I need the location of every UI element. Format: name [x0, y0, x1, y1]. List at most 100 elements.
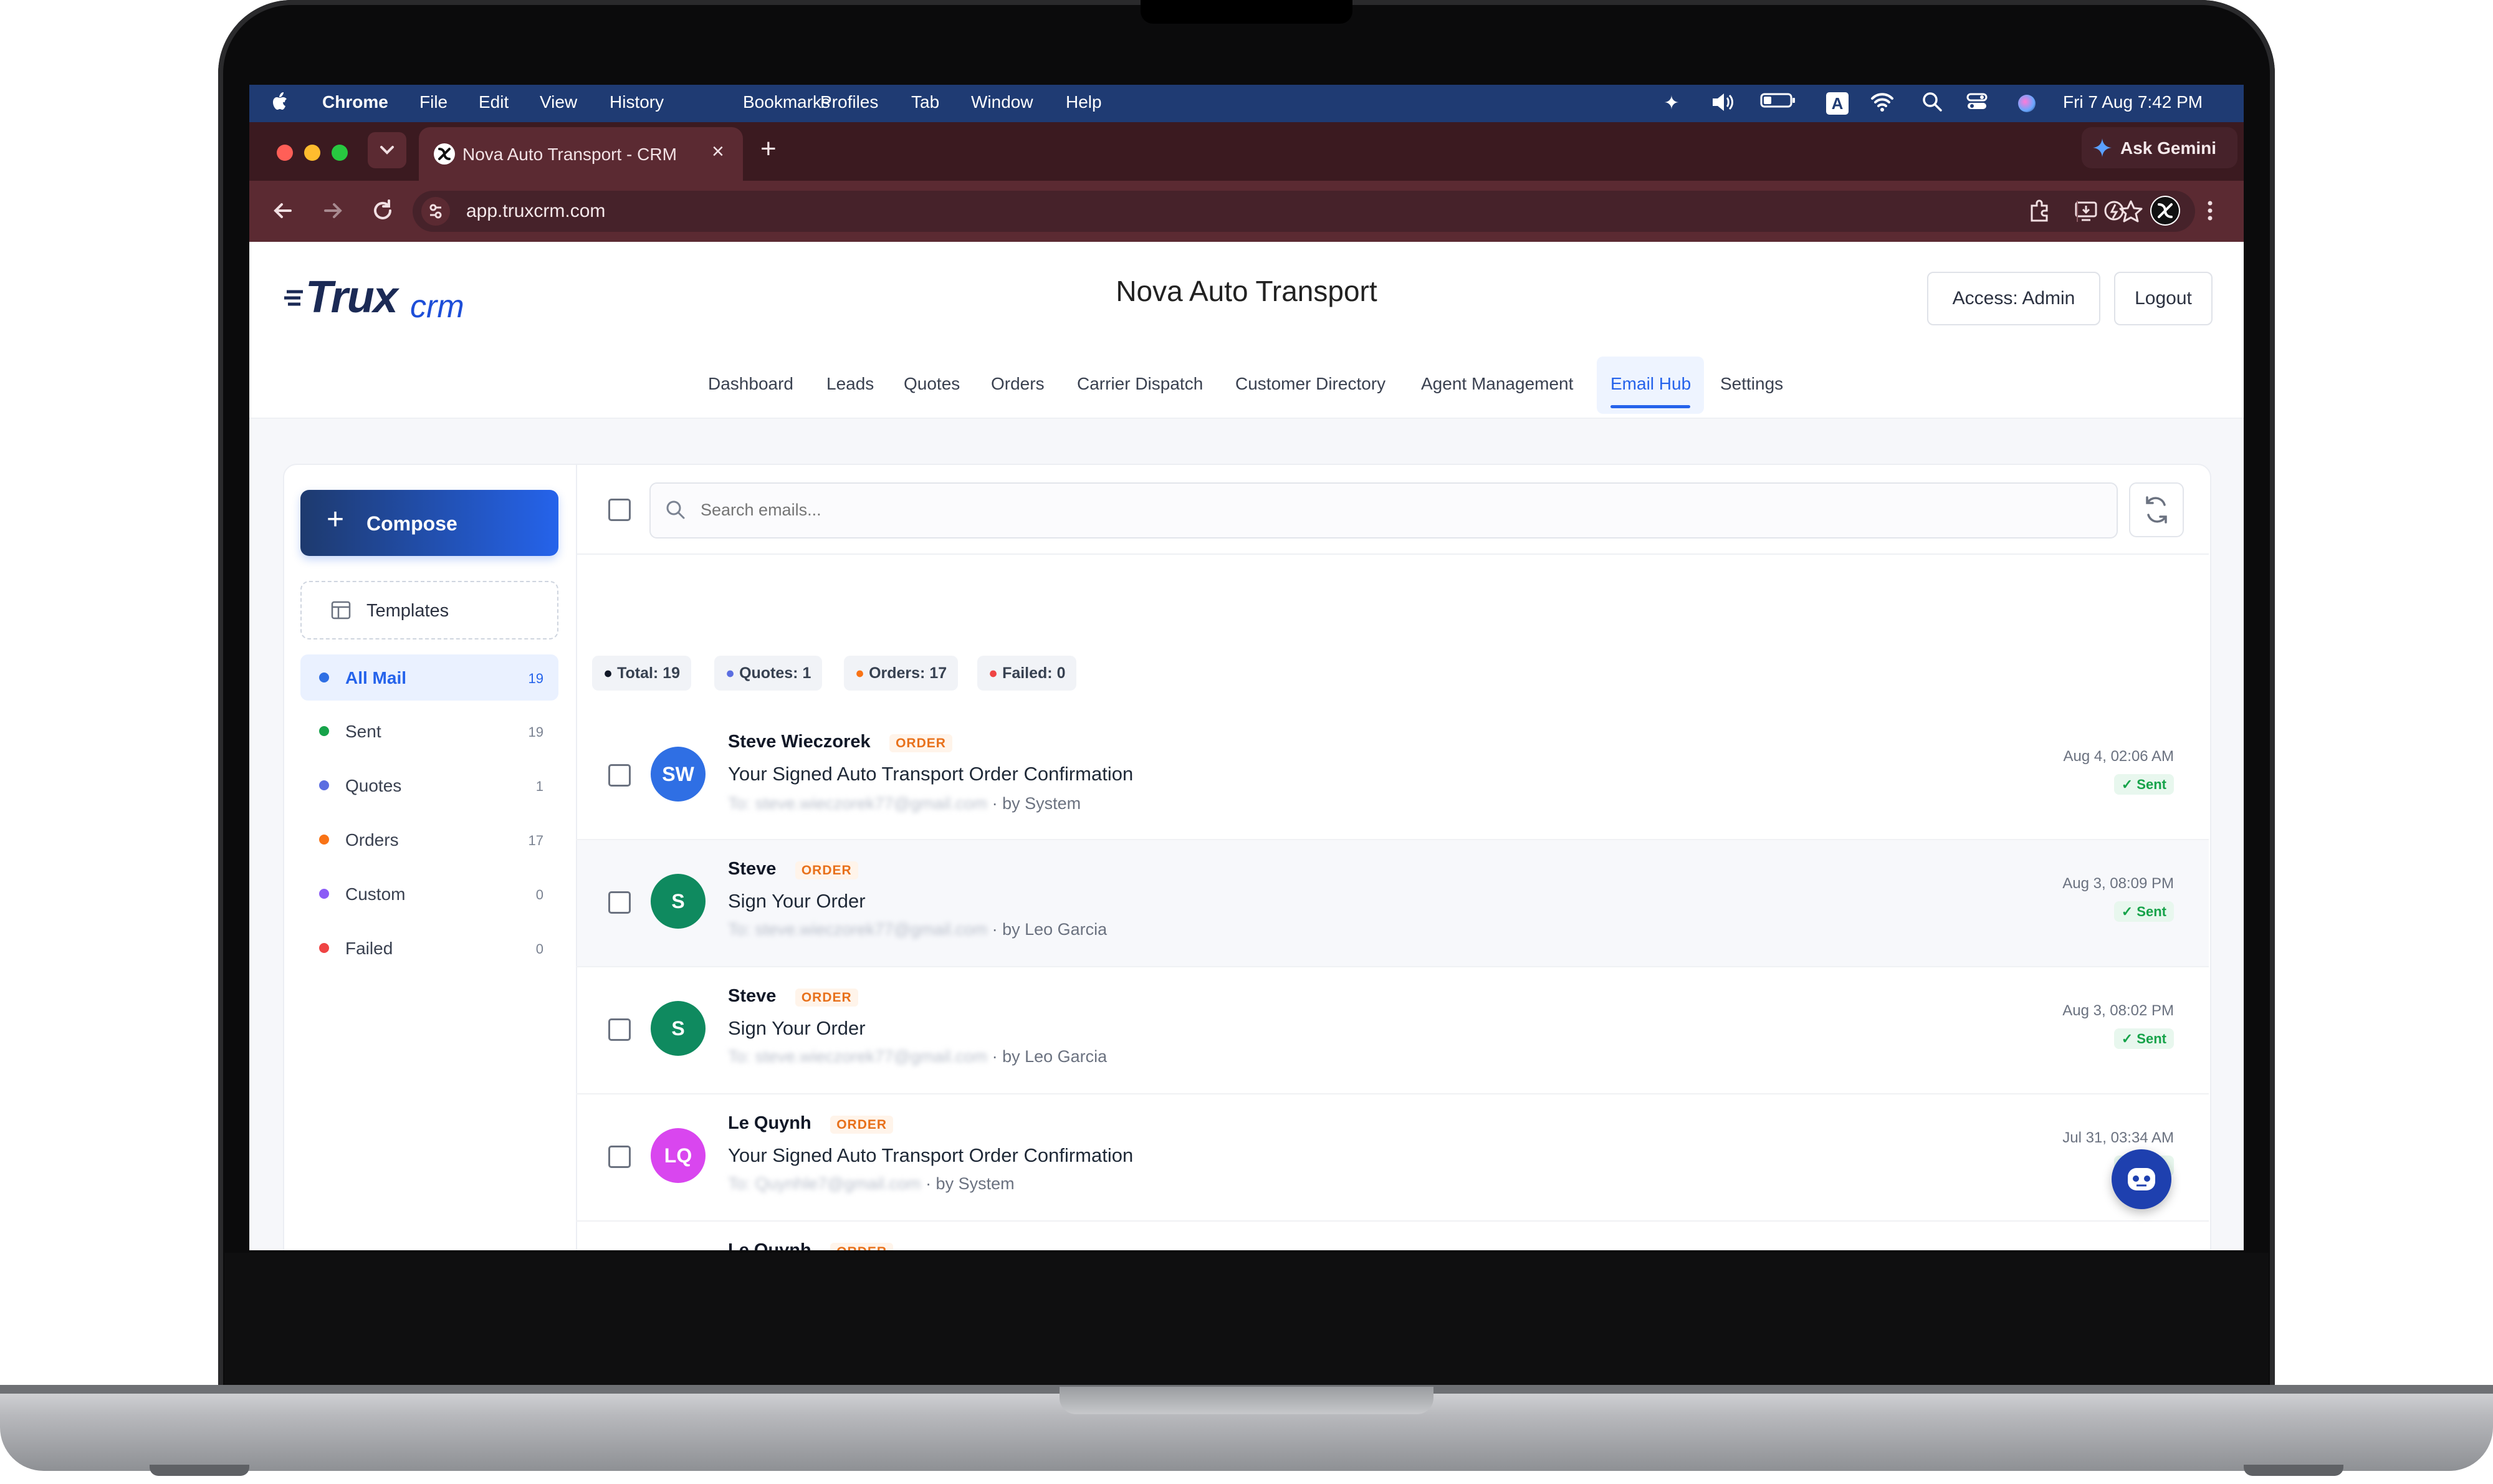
nav-agent-management[interactable]: Agent Management	[1421, 374, 1573, 394]
volume-icon[interactable]	[1710, 91, 1735, 116]
email-header: Le Quynh ORDER	[728, 1240, 894, 1250]
nav-dashboard[interactable]: Dashboard	[708, 374, 793, 394]
menu-bookmarks[interactable]: Bookmarks	[743, 92, 830, 112]
email-header: Steve ORDER	[728, 986, 858, 1007]
menu-file[interactable]: File	[419, 92, 447, 112]
nav-orders[interactable]: Orders	[991, 374, 1045, 394]
row-checkbox[interactable]	[608, 764, 631, 787]
folder-count: 1	[535, 778, 543, 794]
stat-orders: ● Orders: 17	[844, 656, 959, 691]
folder-label: Sent	[345, 722, 381, 741]
email-subject: Your Signed Auto Transport Order Confirm…	[728, 763, 1134, 785]
email-row[interactable]: S Steve ORDER Sign Your Order To: steve.…	[577, 840, 2209, 965]
nav-customer-directory[interactable]: Customer Directory	[1235, 374, 1385, 394]
email-meta: To: steve.wieczorek77@gmail.com · by Sys…	[728, 794, 1081, 813]
status-badge: ✓ Sent	[2113, 774, 2174, 795]
tab-search-button[interactable]	[368, 132, 406, 168]
chrome-menu-icon[interactable]	[2203, 198, 2218, 223]
sparkle-icon[interactable]: ✦	[1659, 91, 1684, 116]
nav-carrier-dispatch[interactable]: Carrier Dispatch	[1077, 374, 1203, 394]
menu-help[interactable]: Help	[1066, 92, 1102, 112]
type-badge: ORDER	[889, 734, 952, 752]
row-checkbox[interactable]	[608, 1146, 631, 1168]
bot-icon	[2128, 1168, 2155, 1190]
menu-profiles[interactable]: Profiles	[820, 92, 878, 112]
chat-bot-button[interactable]	[2112, 1149, 2171, 1209]
menu-app-name[interactable]: Chrome	[322, 92, 388, 112]
nav-leads[interactable]: Leads	[826, 374, 874, 394]
folder-quotes[interactable]: Quotes 1	[300, 762, 558, 808]
new-tab-icon[interactable]: +	[760, 133, 777, 165]
status-wrap: ✓ Sent	[2097, 901, 2174, 922]
browser-tab[interactable]: Nova Auto Transport - CRM ×	[419, 127, 743, 181]
email-subject: Sign Your Order	[728, 1017, 866, 1039]
recipient-masked: To: steve.wieczorek77@gmail.com	[728, 1047, 988, 1066]
input-source-icon[interactable]: A	[1826, 92, 1849, 115]
email-row[interactable]: LQ Le Quynh ORDER	[577, 1222, 2209, 1250]
wifi-icon[interactable]	[1870, 91, 1895, 116]
zoom-window-icon[interactable]	[332, 145, 348, 161]
nav-settings[interactable]: Settings	[1720, 374, 1783, 394]
templates-icon	[330, 600, 352, 621]
folder-orders[interactable]: Orders 17	[300, 816, 558, 863]
templates-button[interactable]: Templates	[300, 581, 558, 639]
forward-icon[interactable]	[318, 196, 348, 226]
folder-failed[interactable]: Failed 0	[300, 925, 558, 971]
email-row[interactable]: LQ Le Quynh ORDER Your Signed Auto Trans…	[577, 1094, 2209, 1219]
menu-window[interactable]: Window	[971, 92, 1033, 112]
menubar-clock[interactable]: Fri 7 Aug 7:42 PM	[2063, 92, 2203, 112]
extensions-icon[interactable]	[2027, 197, 2054, 224]
email-row[interactable]: S Steve ORDER Sign Your Order To: steve.…	[577, 967, 2209, 1092]
minimize-window-icon[interactable]	[304, 145, 320, 161]
battery-icon[interactable]	[1760, 91, 1797, 116]
select-all-checkbox[interactable]	[608, 499, 631, 521]
siri-icon[interactable]	[2018, 95, 2036, 112]
nav-active-indicator	[1610, 405, 1690, 408]
stat-orders-label: Orders: 17	[869, 664, 947, 682]
email-meta: To: Quynhle7@gmail.com · by System	[728, 1174, 1015, 1194]
status-wrap: ✓ Sent	[2097, 774, 2174, 795]
menu-view[interactable]: View	[540, 92, 577, 112]
laptop-foot	[150, 1465, 249, 1476]
close-window-icon[interactable]	[277, 145, 293, 161]
templates-label: Templates	[366, 601, 449, 621]
apple-icon[interactable]	[268, 91, 293, 116]
back-icon[interactable]	[268, 196, 298, 226]
nav-email-hub[interactable]: Email Hub	[1610, 374, 1691, 394]
reload-icon[interactable]	[368, 196, 398, 226]
folder-custom[interactable]: Custom 0	[300, 871, 558, 917]
row-checkbox[interactable]	[608, 1018, 631, 1041]
avatar: S	[651, 874, 706, 929]
row-checkbox[interactable]	[608, 891, 631, 914]
email-row[interactable]: SW Steve Wieczorek ORDER Your Signed Aut…	[577, 714, 2209, 839]
refresh-button[interactable]	[2129, 482, 2184, 537]
folder-sent[interactable]: Sent 19	[300, 708, 558, 754]
url-text[interactable]: app.truxcrm.com	[466, 201, 605, 222]
folder-count: 17	[528, 833, 543, 848]
nav-quotes[interactable]: Quotes	[904, 374, 960, 394]
address-bar[interactable]: app.truxcrm.com	[413, 191, 2195, 232]
performance-icon[interactable]	[2100, 197, 2128, 224]
control-center-icon[interactable]	[1964, 91, 1989, 116]
ask-gemini-button[interactable]: Ask Gemini	[2082, 127, 2237, 168]
close-tab-icon[interactable]: ×	[712, 140, 724, 164]
search-icon[interactable]	[1920, 91, 1945, 116]
folder-label: Failed	[345, 939, 393, 958]
menu-history[interactable]: History	[610, 92, 664, 112]
type-badge: ORDER	[830, 1116, 894, 1134]
profile-avatar[interactable]	[2150, 196, 2180, 226]
site-settings-icon[interactable]	[421, 197, 450, 226]
email-author: · by Leo Garcia	[992, 920, 1108, 939]
search-input[interactable]	[649, 482, 2118, 539]
access-level-button[interactable]: Access: Admin	[1927, 272, 2100, 325]
compose-button[interactable]: + Compose	[300, 490, 558, 556]
menu-edit[interactable]: Edit	[479, 92, 509, 112]
menu-tab[interactable]: Tab	[911, 92, 939, 112]
avatar: SW	[651, 747, 706, 802]
compose-label: Compose	[366, 512, 457, 535]
search-icon	[664, 499, 687, 521]
folder-all-mail[interactable]: All Mail 19	[300, 654, 558, 701]
folder-label: Custom	[345, 884, 406, 904]
logout-button[interactable]: Logout	[2114, 272, 2213, 325]
search-field[interactable]	[699, 495, 2073, 525]
